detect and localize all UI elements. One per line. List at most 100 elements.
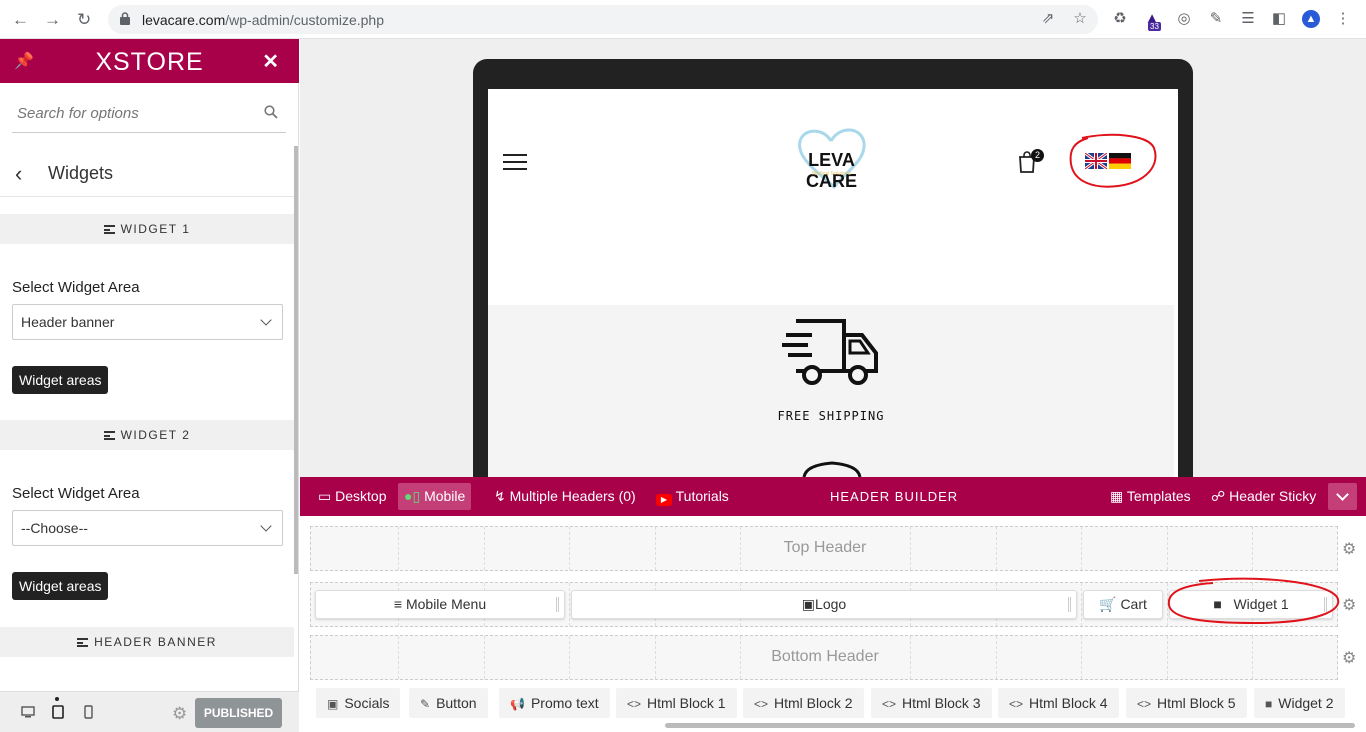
site-preview: LEVA CARE Medical Solutions 2 FREE SHIPP… (300, 39, 1366, 477)
tab-multiple-headers[interactable]: ↯ Multiple Headers (0) (494, 477, 636, 516)
element-logo[interactable]: ▣Logo (571, 590, 1077, 619)
widget-areas-button-2[interactable]: Widget areas (12, 572, 109, 600)
group-header-widget-2: WIDGET 2 (0, 420, 294, 450)
section-title: Widgets (48, 163, 114, 183)
folder-icon: ■ (1213, 596, 1234, 612)
available-html-block-4[interactable]: <> Html Block 4 (998, 688, 1119, 718)
megaphone-icon: 📢 (510, 697, 525, 711)
sidebar-scrollbar[interactable] (294, 146, 298, 574)
menu-icon[interactable]: ⋮ (1334, 10, 1352, 28)
close-icon[interactable]: ✕ (262, 49, 279, 74)
recycle-icon[interactable]: ♻ (1111, 10, 1129, 28)
collapse-chevron-icon[interactable] (1328, 483, 1357, 510)
sidebar-header: 📌 XSTORE ✕ (0, 39, 299, 83)
tablet-preview-icon[interactable] (51, 705, 65, 719)
pencil-icon: ✎ (420, 697, 431, 711)
menu-icon: ≡ (393, 596, 406, 612)
truck-icon (782, 319, 878, 385)
device-frame: LEVA CARE Medical Solutions 2 FREE SHIPP… (473, 59, 1193, 477)
active-indicator (55, 697, 59, 701)
gear-icon[interactable]: ⚙ (1342, 648, 1356, 668)
available-button[interactable]: ✎ Button (409, 688, 488, 718)
cart-icon: 🛒 (1099, 596, 1121, 612)
language-switcher[interactable] (1085, 153, 1131, 171)
address-bar[interactable]: levacare.com/wp-admin/customize.php (108, 5, 1098, 34)
header-builder-title: HEADER BUILDER (830, 489, 959, 504)
group-header-header-banner: HEADER BANNER (0, 627, 294, 657)
star-icon[interactable]: ☆ (1071, 10, 1089, 28)
search-input[interactable] (12, 95, 252, 131)
shipping-banner: FREE SHIPPING (488, 305, 1174, 477)
image-icon: ▣ (801, 596, 816, 612)
widget-area-select-2[interactable]: --Choose-- (12, 510, 283, 546)
desktop-icon: ▭ (318, 488, 336, 504)
brand-logo: XSTORE (95, 48, 204, 76)
code-icon: <> (1009, 697, 1024, 711)
lock-icon (120, 12, 130, 25)
drag-handle[interactable] (1324, 597, 1327, 612)
youtube-icon: ▶ (656, 494, 672, 506)
gear-icon[interactable]: ⚙ (172, 704, 187, 724)
forward-icon[interactable]: → (44, 10, 61, 30)
options-search (12, 95, 286, 133)
row-cell (1167, 583, 1168, 626)
facebook-icon: ▣ (327, 697, 339, 711)
drag-handle[interactable] (1068, 597, 1071, 612)
publish-button[interactable]: PUBLISHED (195, 698, 282, 728)
element-widget-1[interactable]: ■ Widget 1 (1169, 590, 1333, 619)
tab-tutorials[interactable]: ▶ Tutorials (656, 477, 729, 516)
available-widget-2[interactable]: ■ Widget 2 (1254, 688, 1345, 718)
row-label: Bottom Header (771, 648, 879, 665)
sidepanel-icon[interactable]: ◧ (1270, 10, 1288, 28)
uk-flag-icon[interactable] (1085, 153, 1107, 169)
code-icon: <> (882, 697, 897, 711)
back-icon[interactable]: ← (12, 10, 29, 30)
folder-icon: ■ (1265, 697, 1273, 711)
globe-icon[interactable]: ◎ (1175, 10, 1193, 28)
header-sticky-button[interactable]: ☍ Header Sticky (1211, 477, 1316, 516)
branch-icon: ↯ (494, 488, 510, 504)
code-icon: <> (754, 697, 769, 711)
available-socials[interactable]: ▣ Socials (316, 688, 401, 718)
drag-handle[interactable] (556, 597, 559, 612)
tab-mobile[interactable]: ●▯ Mobile (398, 483, 472, 510)
link-icon: ☍ (1211, 488, 1230, 504)
horizontal-scrollbar[interactable] (665, 723, 1355, 728)
available-html-block-1[interactable]: <> Html Block 1 (616, 688, 737, 718)
row-cell (1081, 583, 1082, 626)
back-arrow-icon[interactable]: ‹ (15, 161, 22, 187)
media-icon[interactable]: ☰ (1239, 10, 1257, 28)
sidebar-footer: ⚙ PUBLISHED (0, 691, 299, 732)
available-html-block-2[interactable]: <> Html Block 2 (743, 688, 864, 718)
available-html-block-5[interactable]: <> Html Block 5 (1126, 688, 1247, 718)
site-logo[interactable]: LEVA CARE Medical Solutions (784, 127, 879, 197)
top-header-row[interactable]: Top Header (310, 526, 1338, 571)
tab-desktop[interactable]: ▭ Desktop (318, 477, 386, 516)
widget-area-select-1[interactable]: Header banner (12, 304, 283, 340)
shipping-text: FREE SHIPPING (777, 409, 885, 423)
hamburger-menu-icon[interactable] (503, 154, 527, 170)
element-mobile-menu[interactable]: ≡ Mobile Menu (315, 590, 565, 619)
gear-icon[interactable]: ⚙ (1342, 539, 1356, 559)
share-icon[interactable]: ⇗ (1039, 10, 1057, 28)
device-screen: LEVA CARE Medical Solutions 2 FREE SHIPP… (488, 89, 1178, 477)
mobile-preview-icon[interactable] (81, 705, 95, 719)
main-header-row[interactable]: ≡ Mobile Menu ▣Logo 🛒 Cart ■ Widget 1 (310, 582, 1338, 627)
templates-button[interactable]: ▦ Templates (1110, 477, 1191, 516)
desktop-preview-icon[interactable] (21, 705, 35, 719)
code-icon: <> (627, 697, 642, 711)
profile-avatar[interactable]: ▲ (1302, 10, 1320, 28)
widget-areas-button-1[interactable]: Widget areas (12, 366, 109, 394)
field-label: Select Widget Area (12, 279, 140, 296)
search-icon[interactable] (264, 105, 278, 119)
bottom-header-row[interactable]: Bottom Header (310, 635, 1338, 680)
puzzle-icon[interactable]: ✎ (1207, 10, 1225, 28)
gear-icon[interactable]: ⚙ (1342, 595, 1356, 615)
grid-icon: ▦ (1110, 488, 1127, 504)
next-feature-icon (802, 461, 862, 477)
element-cart[interactable]: 🛒 Cart (1083, 590, 1163, 619)
reload-icon[interactable]: ↻ (77, 10, 91, 30)
german-flag-icon[interactable] (1109, 153, 1131, 169)
available-html-block-3[interactable]: <> Html Block 3 (871, 688, 992, 718)
available-promo-text[interactable]: 📢 Promo text (499, 688, 610, 718)
